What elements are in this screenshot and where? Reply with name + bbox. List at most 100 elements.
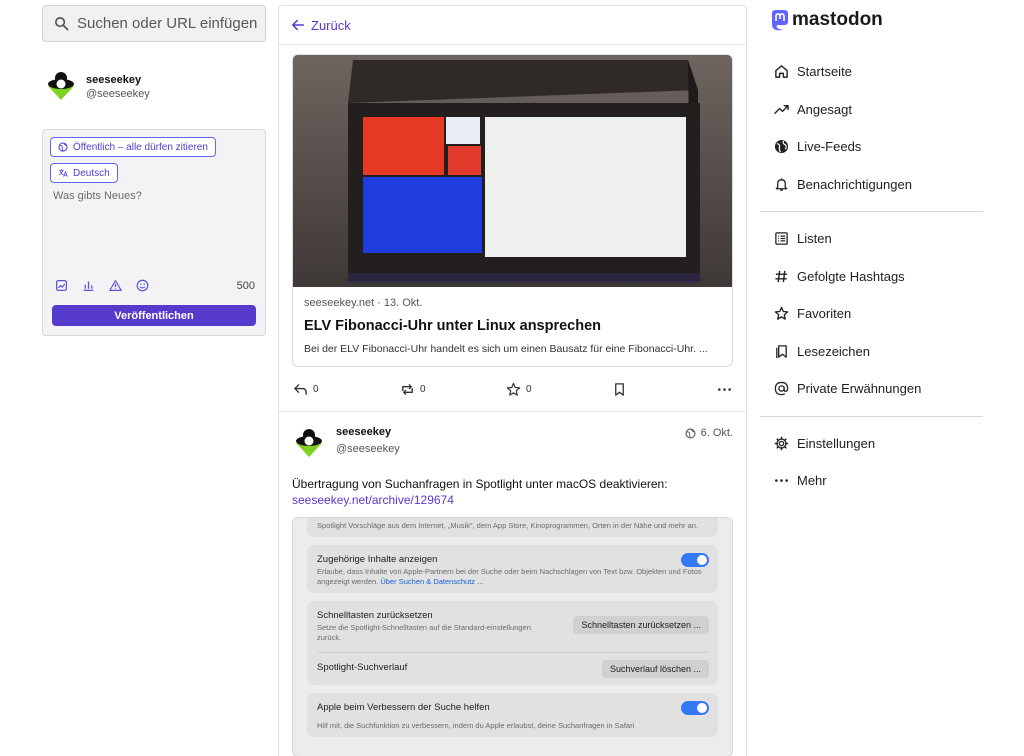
navigation-panel: mastodon Startseite Angesagt Live-Feeds … bbox=[760, 0, 983, 500]
bookmark-button[interactable] bbox=[612, 382, 627, 397]
post-media-image[interactable]: Spotlight Vorschläge aus dem Internet, „… bbox=[292, 517, 733, 756]
account-name: seeseekey bbox=[86, 74, 142, 86]
emoji-icon[interactable] bbox=[136, 279, 149, 292]
bell-icon bbox=[775, 178, 788, 191]
post-actions: 0 0 0 bbox=[279, 367, 746, 411]
language-label: Deutsch bbox=[73, 167, 110, 179]
visibility-button[interactable]: Öffentlich – alle dürfen zitieren bbox=[50, 137, 216, 157]
nav-divider bbox=[760, 211, 983, 212]
logo-text: mastodon bbox=[792, 9, 883, 30]
post-text: Übertragung von Suchanfragen in Spotligh… bbox=[292, 477, 668, 491]
ss-improve-toggle bbox=[681, 701, 709, 715]
globe-icon bbox=[685, 427, 696, 439]
star-icon bbox=[774, 307, 789, 321]
link-preview-image bbox=[293, 55, 732, 287]
post-author-name[interactable]: seeseekey bbox=[336, 426, 400, 438]
nav-label: Angesagt bbox=[797, 101, 852, 117]
nav-label: Einstellungen bbox=[797, 435, 876, 451]
reply-count: 0 bbox=[313, 383, 319, 395]
at-icon bbox=[774, 381, 789, 396]
account-handle: @seeseekey bbox=[86, 88, 150, 100]
nav-divider bbox=[760, 415, 983, 417]
link-preview-card[interactable]: seeseekey.net · 13. Okt. ELV Fibonacci-U… bbox=[292, 54, 733, 367]
ss-improve-desc: Hilf mit, die Suchfunktion zu verbessern… bbox=[317, 721, 635, 730]
back-button[interactable]: Zurück bbox=[279, 6, 746, 45]
nav-item-listen[interactable]: Listen bbox=[760, 220, 983, 258]
main-column: Zurück seeseekey.net · 13. Okt. ELV Fibo… bbox=[278, 5, 747, 756]
list-icon bbox=[775, 232, 788, 246]
link-preview-description: Bei der ELV Fibonacci-Uhr handelt es sic… bbox=[304, 343, 708, 355]
globe-icon bbox=[774, 140, 789, 154]
nav-label: Benachrichtigungen bbox=[797, 176, 912, 192]
boost-icon bbox=[402, 383, 413, 395]
nav-item-startseite[interactable]: Startseite bbox=[760, 53, 983, 91]
compose-textarea[interactable]: Was gibts Neues? bbox=[53, 190, 257, 202]
nav-item-private-erwaehnungen[interactable]: Private Erwähnungen bbox=[760, 370, 983, 408]
post-link[interactable]: seeseekey.net/archive/129674 bbox=[292, 492, 733, 508]
link-preview-title: ELV Fibonacci-Uhr unter Linux ansprechen bbox=[304, 318, 602, 334]
nav-label: Lesezeichen bbox=[797, 343, 870, 359]
reply-icon bbox=[294, 383, 307, 395]
more-icon bbox=[718, 387, 731, 391]
character-counter: 500 bbox=[236, 279, 255, 292]
ss-shortcuts-block: Schnelltasten zurücksetzen Setze die Spo… bbox=[307, 601, 718, 685]
current-account[interactable]: seeseekey @seeseekey bbox=[44, 67, 266, 107]
post-timestamp[interactable]: 6. Okt. bbox=[685, 427, 733, 439]
boost-button[interactable]: 0 bbox=[400, 382, 426, 397]
ss-history-button: Suchverlauf löschen ... bbox=[601, 660, 709, 678]
nav-label: Listen bbox=[797, 231, 832, 247]
nav-item-angesagt[interactable]: Angesagt bbox=[760, 91, 983, 129]
link-preview-meta: seeseekey.net · 13. Okt. bbox=[304, 297, 423, 309]
ss-separator bbox=[317, 652, 708, 653]
nav-item-lesezeichen[interactable]: Lesezeichen bbox=[760, 333, 983, 371]
nav-item-einstellungen[interactable]: Einstellungen bbox=[760, 425, 983, 463]
nav-label: Favoriten bbox=[797, 306, 852, 322]
trending-icon bbox=[774, 104, 789, 114]
more-button[interactable] bbox=[717, 382, 732, 397]
nav-item-benachrichtigungen[interactable]: Benachrichtigungen bbox=[760, 166, 983, 204]
more-icon bbox=[775, 479, 788, 483]
ss-related-title: Zugehörige Inhalte anzeigen bbox=[317, 554, 438, 565]
home-icon bbox=[775, 65, 788, 79]
avatar[interactable] bbox=[292, 427, 326, 461]
bookmarks-icon bbox=[776, 344, 787, 358]
post-date: 6. Okt. bbox=[700, 427, 733, 439]
nav-label: Mehr bbox=[797, 473, 827, 489]
search-input[interactable]: Suchen oder URL einfügen bbox=[42, 5, 266, 42]
hashtag-icon bbox=[775, 270, 788, 282]
reply-button[interactable]: 0 bbox=[293, 382, 319, 397]
ss-shortcuts-desc: Setze die Spotlight-Schnelltasten auf di… bbox=[317, 623, 531, 642]
ss-shortcuts-button: Schnelltasten zurücksetzen ... bbox=[573, 616, 709, 634]
language-button[interactable]: Deutsch bbox=[50, 163, 118, 183]
ss-improve-title: Apple beim Verbessern der Suche helfen bbox=[317, 702, 490, 713]
ss-related-block: Zugehörige Inhalte anzeigen Erlaube, das… bbox=[307, 545, 718, 593]
nav-item-gefolgte-hashtags[interactable]: Gefolgte Hashtags bbox=[760, 258, 983, 296]
nav-label: Live-Feeds bbox=[797, 139, 862, 155]
left-column: Suchen oder URL einfügen seeseekey @sees… bbox=[42, 5, 266, 336]
compose-form: Öffentlich – alle dürfen zitieren Deutsc… bbox=[42, 129, 266, 336]
media-icon[interactable] bbox=[55, 279, 68, 292]
translate-icon bbox=[59, 169, 68, 177]
nav-item-live-feeds[interactable]: Live-Feeds bbox=[760, 128, 983, 166]
search-icon bbox=[55, 17, 69, 31]
arrow-left-icon bbox=[291, 19, 305, 31]
nav-item-mehr[interactable]: Mehr bbox=[760, 462, 983, 500]
ss-top-block: Spotlight Vorschläge aus dem Internet, „… bbox=[307, 518, 718, 537]
warning-icon[interactable] bbox=[109, 279, 122, 292]
gear-icon bbox=[774, 436, 789, 451]
status-post[interactable]: seeseekey @seeseekey 6. Okt. Übertragung… bbox=[279, 412, 746, 756]
favourite-count: 0 bbox=[526, 383, 532, 395]
poll-icon[interactable] bbox=[82, 279, 95, 292]
post-author-handle: @seeseekey bbox=[336, 443, 400, 455]
boost-count: 0 bbox=[420, 383, 426, 395]
favourite-button[interactable]: 0 bbox=[506, 382, 532, 397]
mastodon-logo[interactable]: mastodon bbox=[760, 0, 983, 40]
publish-button[interactable]: Veröffentlichen bbox=[52, 305, 256, 326]
globe-icon bbox=[58, 142, 68, 152]
avatar bbox=[48, 72, 74, 100]
nav-label: Private Erwähnungen bbox=[797, 381, 922, 397]
nav-item-favoriten[interactable]: Favoriten bbox=[760, 295, 983, 333]
bookmark-icon bbox=[615, 382, 624, 396]
search-placeholder: Suchen oder URL einfügen bbox=[77, 15, 258, 32]
nav-label: Gefolgte Hashtags bbox=[797, 268, 905, 284]
